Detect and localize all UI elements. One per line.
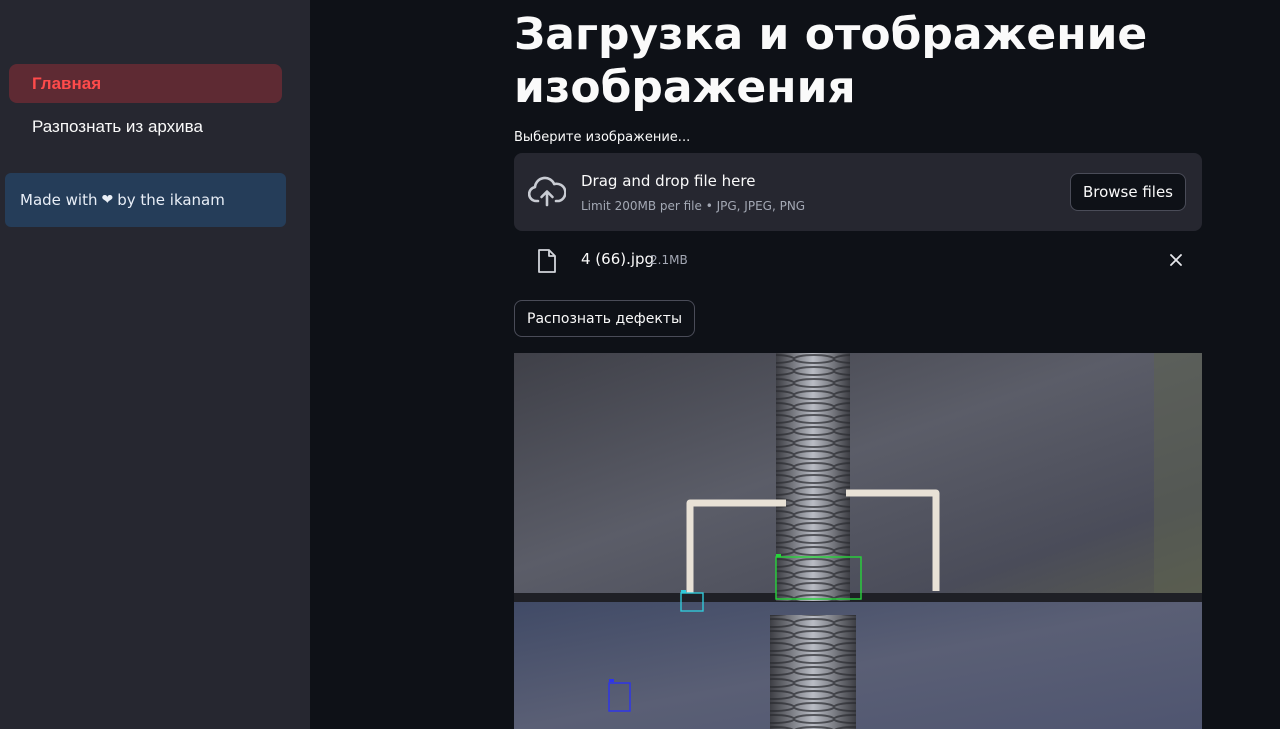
sidebar: Главная Разпознать из архива Made with ❤… <box>0 0 310 729</box>
sidebar-item-label: Разпознать из архива <box>32 116 203 136</box>
sidebar-item-archive[interactable]: Разпознать из архива <box>9 107 282 146</box>
weld-photo-with-detections <box>514 353 1202 729</box>
sidebar-item-home[interactable]: Главная <box>9 64 282 103</box>
cloud-upload-icon <box>528 176 566 207</box>
dropzone-title: Drag and drop file here <box>581 172 756 190</box>
file-dropzone[interactable]: Drag and drop file here Limit 200MB per … <box>514 153 1202 231</box>
credits-suffix: by the ikanam <box>117 191 225 209</box>
uploaded-file-row: 4 (66).jpg 2.1MB <box>514 240 1202 282</box>
uploaded-file-size: 2.1MB <box>650 253 688 267</box>
credits-prefix: Made with <box>20 191 98 209</box>
dropzone-limit-text: Limit 200MB per file • JPG, JPEG, PNG <box>581 199 806 213</box>
file-uploader-label: Выберите изображение... <box>514 130 691 145</box>
heart-icon: ❤ <box>101 192 114 208</box>
browse-files-button[interactable]: Browse files <box>1069 173 1186 211</box>
main-content: Загрузка и отображение изображения Выбер… <box>310 0 1280 729</box>
sidebar-item-label: Главная <box>32 73 102 93</box>
credits-info-box: Made with ❤ by the ikanam <box>5 173 286 227</box>
remove-file-close-icon[interactable] <box>1168 252 1184 268</box>
page-title: Загрузка и отображение изображения <box>514 9 1148 113</box>
app: Главная Разпознать из архива Made with ❤… <box>0 0 1280 729</box>
file-icon <box>538 249 556 273</box>
recognize-defects-button[interactable]: Распознать дефекты <box>514 300 696 337</box>
uploaded-file-name: 4 (66).jpg <box>581 250 655 268</box>
